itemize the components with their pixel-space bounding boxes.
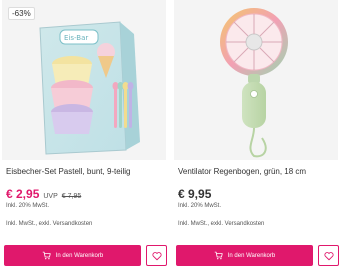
handheld-fan-image	[220, 8, 288, 158]
product-image[interactable]	[174, 0, 338, 160]
cart-icon	[42, 251, 51, 260]
shipping-note: Inkl. MwSt., exkl. Versandkosten	[6, 221, 93, 227]
sale-price: € 2,95	[6, 187, 40, 201]
uvp-label: UVP	[43, 193, 58, 200]
shipping-note: Inkl. MwSt., exkl. Versandkosten	[178, 221, 265, 227]
vat-note: Inkl. 20% MwSt.	[178, 203, 222, 209]
add-to-cart-button[interactable]: In den Warenkorb	[4, 245, 141, 266]
price-row: € 9,95	[178, 187, 211, 201]
ice-cream-set-image: Eis-Bar	[39, 21, 140, 155]
add-to-cart-button[interactable]: In den Warenkorb	[176, 245, 313, 266]
product-card[interactable]: Ventilator Regenbogen, grün, 18 cm € 9,9…	[174, 0, 339, 270]
wishlist-button[interactable]	[318, 245, 339, 266]
product-title[interactable]: Ventilator Regenbogen, grün, 18 cm	[178, 167, 338, 176]
price-row: € 2,95 UVP € 7,95	[6, 187, 81, 201]
add-to-cart-label: In den Warenkorb	[55, 252, 104, 259]
product-image[interactable]: Eis-Bar -63%	[2, 0, 166, 160]
vat-note: Inkl. 20% MwSt.	[6, 203, 50, 209]
product-card[interactable]: Eis-Bar -63% Eisbecher-Set Pastell, bunt…	[2, 0, 167, 270]
add-to-cart-label: In den Warenkorb	[227, 252, 276, 259]
wishlist-button[interactable]	[146, 245, 167, 266]
product-title[interactable]: Eisbecher-Set Pastell, bunt, 9-teilig	[6, 167, 166, 176]
heart-icon	[323, 251, 334, 260]
discount-badge: -63%	[8, 7, 35, 20]
cart-icon	[214, 251, 223, 260]
svg-text:Eis-Bar: Eis-Bar	[64, 34, 88, 42]
uvp-price: € 7,95	[61, 193, 82, 200]
price: € 9,95	[178, 187, 212, 201]
heart-icon	[151, 251, 162, 260]
